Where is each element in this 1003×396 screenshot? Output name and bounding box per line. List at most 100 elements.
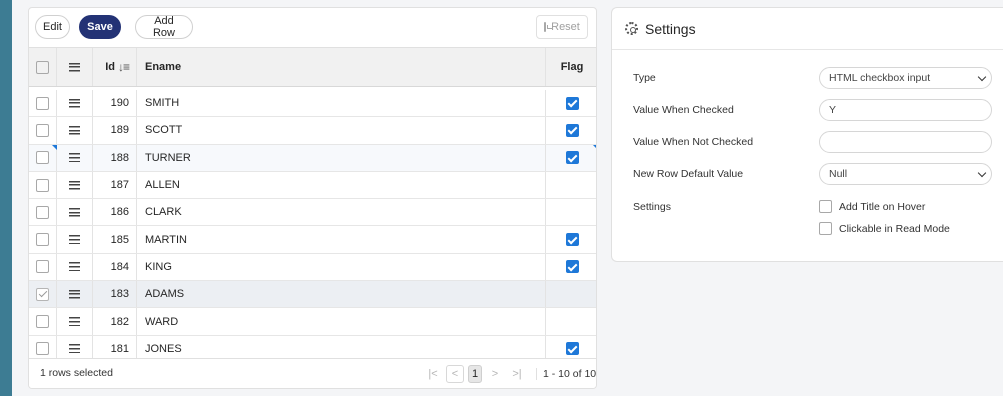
first-page-icon[interactable]: |< — [424, 365, 442, 383]
menu-lines-icon — [69, 62, 80, 72]
cell-ename[interactable]: WARD — [137, 308, 546, 335]
last-page-icon[interactable]: >| — [508, 365, 526, 383]
table-row[interactable]: 185 MARTIN — [29, 226, 596, 254]
clickable-read-checkbox[interactable] — [819, 222, 832, 235]
row-actions-cell[interactable] — [57, 199, 93, 226]
cell-flag[interactable] — [546, 117, 596, 143]
row-select-checkbox[interactable] — [36, 315, 49, 329]
flag-checkbox[interactable] — [565, 123, 579, 137]
cell-flag[interactable] — [546, 254, 596, 280]
cell-id[interactable]: 186 — [93, 199, 137, 226]
row-actions-cell[interactable] — [57, 308, 93, 335]
next-page-icon[interactable]: > — [486, 365, 504, 383]
cell-flag[interactable] — [546, 281, 596, 307]
menu-lines-icon — [69, 153, 80, 163]
flag-checkbox[interactable] — [565, 342, 579, 356]
row-actions-cell[interactable] — [57, 117, 93, 144]
row-actions-cell[interactable] — [57, 144, 93, 171]
row-select-cell — [29, 199, 57, 226]
value-checked-label: Value When Checked — [633, 104, 734, 116]
cell-ename[interactable]: TURNER — [137, 144, 546, 171]
table-row[interactable]: 189 SCOTT — [29, 117, 596, 145]
value-unchecked-input[interactable] — [819, 131, 992, 153]
menu-lines-icon — [69, 235, 80, 245]
row-select-checkbox[interactable] — [36, 151, 49, 165]
cell-ename[interactable]: MARTIN — [137, 226, 546, 253]
row-select-checkbox[interactable] — [36, 96, 49, 110]
value-checked-input[interactable]: Y — [819, 99, 992, 121]
row-select-checkbox[interactable] — [36, 205, 49, 219]
cell-flag[interactable] — [546, 308, 596, 334]
cell-id[interactable]: 188 — [93, 144, 137, 171]
table-row[interactable]: 186 CLARK — [29, 199, 596, 227]
table-row[interactable]: 183 ADAMS — [29, 281, 596, 309]
column-header-flag[interactable]: Flag — [546, 48, 596, 86]
row-select-cell — [29, 253, 57, 281]
chevron-down-icon — [977, 168, 987, 178]
table-row[interactable]: 184 KING — [29, 253, 596, 282]
row-select-checkbox[interactable] — [36, 178, 49, 192]
flag-checkbox[interactable] — [565, 260, 579, 274]
cell-flag[interactable] — [546, 226, 596, 252]
cell-ename[interactable]: SCOTT — [137, 117, 546, 144]
prev-page-icon[interactable]: < — [446, 365, 464, 383]
type-select-value: HTML checkbox input — [829, 72, 931, 84]
row-select-cell — [29, 308, 57, 335]
default-value-select[interactable]: Null — [819, 163, 992, 185]
cell-flag[interactable] — [546, 90, 596, 116]
title-hover-checkbox[interactable] — [819, 200, 832, 213]
flag-checkbox[interactable] — [565, 233, 579, 247]
edit-button[interactable]: Edit — [35, 15, 70, 39]
cell-id[interactable]: 189 — [93, 117, 137, 144]
default-value-label: New Row Default Value — [633, 168, 744, 180]
pagination: |< < 1 > >| 1 - 10 of 10 — [424, 365, 596, 383]
cell-id[interactable]: 184 — [93, 253, 137, 281]
table-row[interactable]: 182 WARD — [29, 308, 596, 336]
cell-ename[interactable]: ALLEN — [137, 171, 546, 199]
cell-ename[interactable]: ADAMS — [137, 281, 546, 308]
column-header-ename[interactable]: Ename — [137, 48, 546, 86]
row-select-checkbox[interactable] — [36, 287, 49, 301]
cell-ename[interactable]: SMITH — [137, 90, 546, 117]
option-title-hover[interactable]: Add Title on Hover — [819, 200, 925, 213]
cell-ename[interactable]: CLARK — [137, 199, 546, 226]
cell-id[interactable]: 183 — [93, 281, 137, 308]
row-select-checkbox[interactable] — [36, 260, 49, 274]
setting-default-row: New Row Default Value Null — [612, 163, 1003, 187]
row-select-checkbox[interactable] — [36, 123, 49, 137]
type-select[interactable]: HTML checkbox input — [819, 67, 992, 89]
cell-id[interactable]: 185 — [93, 226, 137, 253]
row-actions-cell[interactable] — [57, 226, 93, 253]
cell-id[interactable]: 182 — [93, 308, 137, 335]
table-row[interactable]: 188 TURNER — [29, 144, 596, 172]
cell-flag[interactable] — [546, 172, 596, 198]
grid-toolbar: Edit Save Add Row Reset — [29, 8, 596, 47]
table-row[interactable]: 190 SMITH — [29, 90, 596, 118]
page-number-current[interactable]: 1 — [468, 365, 482, 383]
flag-checkbox[interactable] — [565, 151, 579, 165]
changed-cell-marker — [52, 144, 57, 150]
select-all-checkbox[interactable] — [36, 60, 49, 74]
save-button[interactable]: Save — [79, 15, 121, 39]
reset-button[interactable]: Reset — [536, 15, 588, 39]
row-actions-cell[interactable] — [57, 90, 93, 117]
cell-id[interactable]: 190 — [93, 90, 137, 117]
row-select-checkbox[interactable] — [36, 233, 49, 247]
row-select-checkbox[interactable] — [36, 342, 49, 356]
row-actions-cell[interactable] — [57, 281, 93, 308]
row-actions-cell[interactable] — [57, 171, 93, 199]
menu-lines-icon — [69, 207, 80, 217]
cell-id[interactable]: 187 — [93, 171, 137, 199]
row-actions-cell[interactable] — [57, 253, 93, 281]
option-clickable-read[interactable]: Clickable in Read Mode — [819, 222, 950, 235]
flag-checkbox[interactable] — [565, 96, 579, 110]
gear-icon — [625, 22, 638, 35]
add-row-button[interactable]: Add Row — [135, 15, 193, 39]
cell-flag[interactable] — [546, 145, 596, 171]
cell-ename[interactable]: KING — [137, 253, 546, 281]
cell-flag[interactable] — [546, 199, 596, 225]
chevron-down-icon — [977, 72, 987, 82]
table-row[interactable]: 187 ALLEN — [29, 171, 596, 200]
column-header-id[interactable]: Id ↓≡ — [93, 48, 137, 86]
row-actions-header[interactable] — [57, 48, 93, 86]
